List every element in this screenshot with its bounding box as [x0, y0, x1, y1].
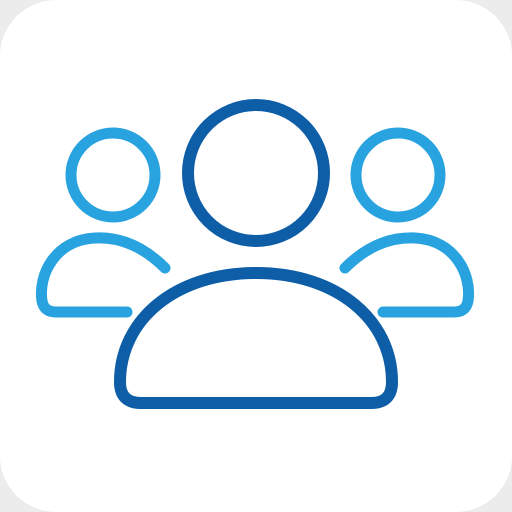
center-user-body [114, 267, 398, 409]
left-user-icon [35, 127, 171, 318]
left-user-head [65, 127, 161, 223]
center-user-icon [114, 99, 398, 409]
app-icon-tile[interactable] [0, 0, 512, 512]
right-user-shoulders [339, 232, 475, 318]
center-user-head [182, 99, 330, 247]
right-user-head [350, 127, 446, 223]
left-user-shoulders [35, 232, 171, 318]
right-user-icon [339, 127, 475, 318]
group-users-icon [35, 99, 475, 409]
